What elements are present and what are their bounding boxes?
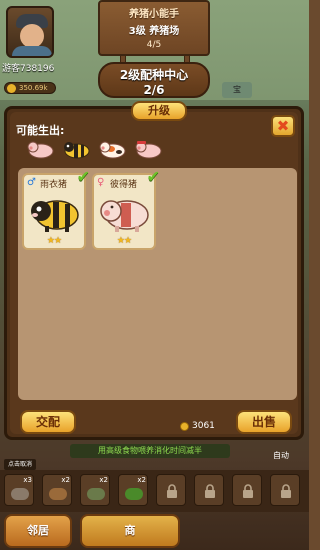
card-header: ♀ 彼得猪 xyxy=(94,175,154,191)
check-icon: ✔ xyxy=(76,167,90,186)
coin-total-value: 3061 xyxy=(192,421,215,431)
food-qty: x2 xyxy=(61,476,70,484)
lock-icon xyxy=(281,484,291,498)
auto-eat-label[interactable]: 自动 xyxy=(273,450,289,461)
spotted-pig-icon xyxy=(99,141,126,159)
food-slot[interactable]: x3 xyxy=(4,474,34,506)
shop-button[interactable]: 商 xyxy=(80,514,180,548)
background-side-label: 宝 xyxy=(222,82,252,98)
panel-inner: 可能生出: ♂ 雨衣猪 ★★ ✔ ♀ 彼得猪 ★★ ✔ 交配 3061 出售 xyxy=(10,112,298,434)
food-qty: x3 xyxy=(23,476,32,484)
breeding-center-title: 2级配种中心 xyxy=(119,68,189,82)
food-qty: x2 xyxy=(99,476,108,484)
bee-pig-icon xyxy=(31,200,79,232)
avatar-body xyxy=(12,46,52,56)
farm-sign[interactable]: 养猪小能手 3级 养猪场 4/5 xyxy=(98,0,210,56)
coin-pill: 350.69k xyxy=(4,82,56,94)
coin-total: 3061 xyxy=(180,421,215,431)
food-slot[interactable]: x2 xyxy=(80,474,110,506)
lock-icon xyxy=(243,484,253,498)
pig-card-female[interactable]: ♀ 彼得猪 ★★ ✔ xyxy=(92,167,160,250)
food-icon xyxy=(87,488,105,500)
male-gender-icon: ♂ xyxy=(27,177,36,188)
pink-pig-icon xyxy=(27,141,54,159)
breeding-slots-area: ♂ 雨衣猪 ★★ ✔ ♀ 彼得猪 ★★ ✔ xyxy=(18,167,297,400)
farm-sign-title: 养猪小能手 xyxy=(129,9,179,20)
pig-name: 彼得猪 xyxy=(110,179,138,190)
check-icon: ✔ xyxy=(146,167,160,186)
offspring-icons xyxy=(26,138,164,164)
farm-level: 3级 养猪场 xyxy=(128,26,180,37)
food-bar: x3 x2 x2 x2 xyxy=(0,470,309,512)
locked-slot[interactable] xyxy=(232,474,262,506)
locked-slot[interactable] xyxy=(156,474,186,506)
tap-cancel-label[interactable]: 点击取消 xyxy=(4,459,36,470)
neighbor-button[interactable]: 邻居 xyxy=(4,514,72,548)
pink-bandana-pig-icon xyxy=(135,141,162,159)
coin-icon xyxy=(180,421,189,431)
player-avatar[interactable] xyxy=(6,6,54,58)
lock-icon xyxy=(205,484,215,498)
upgrade-tab[interactable]: 升级 xyxy=(131,101,187,121)
close-button[interactable]: ✖ xyxy=(271,115,295,137)
locked-slot[interactable] xyxy=(194,474,224,506)
food-slot[interactable]: x2 xyxy=(42,474,72,506)
sell-button[interactable]: 出售 xyxy=(236,410,292,434)
food-icon xyxy=(11,488,29,500)
star-rating: ★★ xyxy=(116,236,132,246)
breed-button[interactable]: 交配 xyxy=(20,410,76,434)
peter-pig-icon xyxy=(100,200,149,232)
food-slot[interactable]: x2 xyxy=(118,474,148,506)
female-gender-icon: ♀ xyxy=(97,177,105,188)
lock-icon xyxy=(167,484,177,498)
pig-card-male[interactable]: ♂ 雨衣猪 ★★ ✔ xyxy=(22,167,90,250)
breeding-panel: 可能生出: ♂ 雨衣猪 ★★ ✔ ♀ 彼得猪 ★★ ✔ 交配 3061 出售 升… xyxy=(4,101,304,440)
farm-progress: 4/5 xyxy=(146,40,162,50)
coin-icon xyxy=(7,84,16,93)
food-qty: x2 xyxy=(137,476,146,484)
food-icon xyxy=(49,488,67,500)
food-icon xyxy=(125,488,143,500)
locked-slot[interactable] xyxy=(270,474,300,506)
coin-pill-value: 350.69k xyxy=(19,84,48,92)
may-born-label: 可能生出: xyxy=(16,124,65,137)
close-x-icon: ✖ xyxy=(276,117,290,135)
player-name: 游客738196 xyxy=(2,64,55,74)
avatar-face xyxy=(20,24,44,48)
breeding-center-plaque: 2级配种中心 2/6 xyxy=(98,62,210,98)
feed-tip: 用高级食物喂养消化时间减半 xyxy=(70,444,230,458)
star-rating: ★★ xyxy=(46,236,62,246)
breeding-center-progress: 2/6 xyxy=(143,83,165,97)
card-header: ♂ 雨衣猪 xyxy=(24,175,84,191)
pig-name: 雨衣猪 xyxy=(40,179,68,190)
bee-pig-icon xyxy=(64,142,90,159)
